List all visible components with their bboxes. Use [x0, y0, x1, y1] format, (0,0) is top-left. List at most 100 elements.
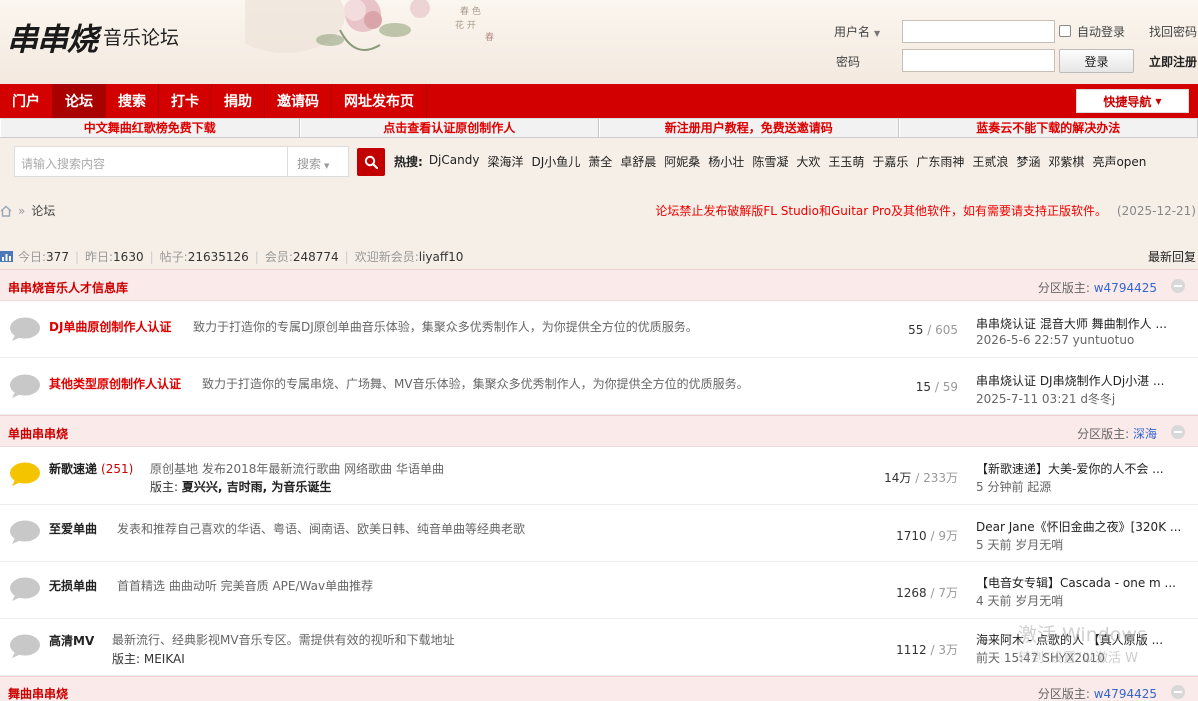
nav-donate[interactable]: 捐助 [212, 84, 265, 118]
forum-bubble-icon [10, 374, 40, 398]
notice-link[interactable]: 新注册用户教程，免费送邀请码 [599, 119, 899, 137]
main-nav: 门户 论坛 搜索 打卡 捐助 邀请码 网址发布页 快捷导航 ▼ [0, 84, 1198, 118]
section-title[interactable]: 舞曲串串烧 [8, 685, 68, 701]
forum-counts: 55 / 605 [908, 323, 958, 337]
forum-counts: 14万 / 233万 [884, 471, 958, 485]
collapse-icon[interactable] [1171, 279, 1185, 293]
forum-counts: 1710 / 9万 [896, 529, 958, 543]
forum-bubble-icon [10, 317, 40, 341]
hot-word[interactable]: 杨小壮 [708, 153, 744, 170]
search-type-select[interactable]: 搜索 ▼ [287, 146, 349, 177]
hot-word[interactable]: DJ小鱼儿 [531, 153, 580, 170]
collapse-icon[interactable] [1171, 685, 1185, 699]
last-post-meta: 2026-5-6 22:57 yuntuotuo [976, 333, 1135, 347]
username-label[interactable]: 用户名 ▼ [834, 23, 880, 40]
section-title[interactable]: 串串烧音乐人才信息库 [8, 279, 128, 296]
hot-word[interactable]: DjCandy [429, 153, 480, 170]
last-post-link[interactable]: 串串烧认证 混音大师 舞曲制作人 ... [976, 315, 1196, 332]
nav-forum[interactable]: 论坛 [53, 84, 106, 118]
quick-nav-button[interactable]: 快捷导航 ▼ [1076, 89, 1189, 113]
hot-search: 热搜: DjCandy 梁海洋 DJ小鱼儿 萧全 卓舒晨 阿妮桑 杨小壮 陈雪凝… [394, 153, 1154, 170]
forum-name[interactable]: 其他类型原创制作人认证 [49, 375, 181, 392]
forum-new-bubble-icon [10, 462, 40, 486]
announcement-link[interactable]: 论坛禁止发布破解版FL Studio和Guitar Pro及其他软件，如有需要请… [655, 204, 1107, 218]
forum-today-count: (251) [101, 462, 134, 476]
search-button[interactable] [357, 148, 385, 176]
hot-search-label: 热搜: [394, 155, 423, 169]
forum-description: 致力于打造你的专属串烧、广场舞、MV音乐体验，集聚众多优秀制作人，为你提供全方位… [202, 377, 749, 391]
forum-row: DJ单曲原创制作人认证 致力于打造你的专属DJ原创单曲音乐体验，集聚众多优秀制作… [0, 301, 1198, 358]
notice-link[interactable]: 点击查看认证原创制作人 [299, 119, 599, 137]
peony-decoration: 春 色 花 开 春 [245, 0, 494, 53]
chart-icon [0, 251, 13, 262]
auto-login-label[interactable]: 自动登录 [1077, 23, 1125, 40]
hot-word[interactable]: 王贰浪 [972, 153, 1008, 170]
section-header: 串串烧音乐人才信息库 分区版主: w4794425 [0, 269, 1198, 301]
password-label: 密码 [836, 55, 861, 69]
latest-reply-link[interactable]: 最新回复 [1148, 248, 1196, 265]
forum-counts: 15 / 59 [915, 380, 958, 394]
hot-word[interactable]: 王玉萌 [828, 153, 864, 170]
login-panel: 用户名 ▼ 自动登录 找回密码 密码 登录 立即注册 [834, 18, 1198, 78]
forum-moderators: 版主: MEIKAI [112, 652, 185, 666]
search-input[interactable]: 请输入搜索内容 [14, 146, 287, 177]
hot-word[interactable]: 萧全 [588, 153, 612, 170]
hot-word[interactable]: 梦涵 [1016, 153, 1040, 170]
hot-word[interactable]: 陈雪凝 [752, 153, 788, 170]
section-header: 舞曲串串烧 分区版主: w4794425 [0, 676, 1198, 701]
nav-portal[interactable]: 门户 [0, 84, 53, 118]
forum-name[interactable]: DJ单曲原创制作人认证 [49, 318, 171, 335]
hot-word[interactable]: 邓紫棋 [1048, 153, 1084, 170]
section-moderator: 分区版主: w4794425 [1037, 687, 1157, 701]
notice-link[interactable]: 蓝奏云不能下载的解决办法 [898, 119, 1198, 137]
register-link[interactable]: 立即注册 [1149, 53, 1197, 70]
username-field[interactable] [902, 20, 1055, 43]
password-field[interactable] [902, 49, 1055, 72]
site-logo[interactable]: 串串烧 音乐论坛 [7, 14, 179, 59]
login-button[interactable]: 登录 [1059, 49, 1134, 73]
home-icon[interactable] [0, 205, 12, 217]
chevron-down-icon: ▼ [1155, 96, 1162, 106]
hot-word[interactable]: 大欢 [796, 153, 820, 170]
last-post-link[interactable]: 【电音女专辑】Cascada - one m ... [976, 574, 1196, 591]
forum-name[interactable]: 新歌速递 (251) [49, 460, 133, 477]
nav-checkin[interactable]: 打卡 [159, 84, 212, 118]
collapse-icon[interactable] [1171, 425, 1185, 439]
svg-text:春 色: 春 色 [460, 5, 481, 17]
forum-bubble-icon [10, 520, 40, 544]
last-post-meta: 5 分钟前 起源 [976, 480, 1052, 494]
last-post-link[interactable]: 【新歌速递】大美-爱你的人不会 ... [976, 460, 1196, 477]
forum-name[interactable]: 至爱单曲 [49, 520, 97, 537]
nav-search[interactable]: 搜索 [106, 84, 159, 118]
auto-login-checkbox[interactable] [1059, 25, 1071, 37]
hot-word[interactable]: 卓舒晨 [620, 153, 656, 170]
section-moderator: 分区版主: w4794425 [1037, 281, 1157, 295]
last-post-link[interactable]: 串串烧认证 DJ串烧制作人Dj小湛 ... [976, 372, 1196, 389]
forum-row: 无损单曲 首首精选 曲曲动听 完美音质 APE/Wav单曲推荐 1268 / 7… [0, 562, 1198, 619]
stat-posts: 21635126 [187, 249, 249, 264]
chevron-down-icon: ▼ [324, 162, 330, 170]
forum-name[interactable]: 无损单曲 [49, 577, 97, 594]
forum-stats: 今日: 377 | 昨日: 1630 | 帖子: 21635126 | 会员: 248774 |… [0, 248, 469, 265]
hot-word[interactable]: 广东雨神 [916, 153, 964, 170]
hot-word[interactable]: 阿妮桑 [664, 153, 700, 170]
breadcrumb-current[interactable]: 论坛 [31, 202, 55, 219]
newest-member-link[interactable]: liyaff10 [419, 250, 464, 264]
hot-word[interactable]: 于嘉乐 [872, 153, 908, 170]
hot-word[interactable]: 亮声open [1092, 153, 1146, 170]
forum-name[interactable]: 高清MV [49, 632, 94, 649]
section-title[interactable]: 单曲串串烧 [8, 425, 68, 442]
hot-word[interactable]: 梁海洋 [487, 153, 523, 170]
svg-text:花 开: 花 开 [455, 19, 476, 31]
stat-yesterday: 1630 [113, 249, 144, 264]
windows-activation-watermark: 激活 Windows [1018, 624, 1147, 646]
nav-invite-code[interactable]: 邀请码 [265, 84, 332, 118]
last-post-link[interactable]: Dear Jane《怀旧金曲之夜》[320K ... [976, 518, 1196, 535]
windows-activation-hint: 转到"设置"以激活 W [1018, 651, 1138, 666]
nav-url-page[interactable]: 网址发布页 [332, 84, 427, 118]
find-password-link[interactable]: 找回密码 [1149, 23, 1197, 40]
notice-link[interactable]: 中文舞曲红歌榜免费下载 [0, 119, 300, 137]
forum-moderators: 版主: 夏兴兴, 吉时雨, 为音乐诞生 [150, 480, 332, 494]
last-post-meta: 5 天前 岁月无哨 [976, 538, 1064, 552]
announcement-date: (2025-12-21) [1116, 204, 1196, 218]
